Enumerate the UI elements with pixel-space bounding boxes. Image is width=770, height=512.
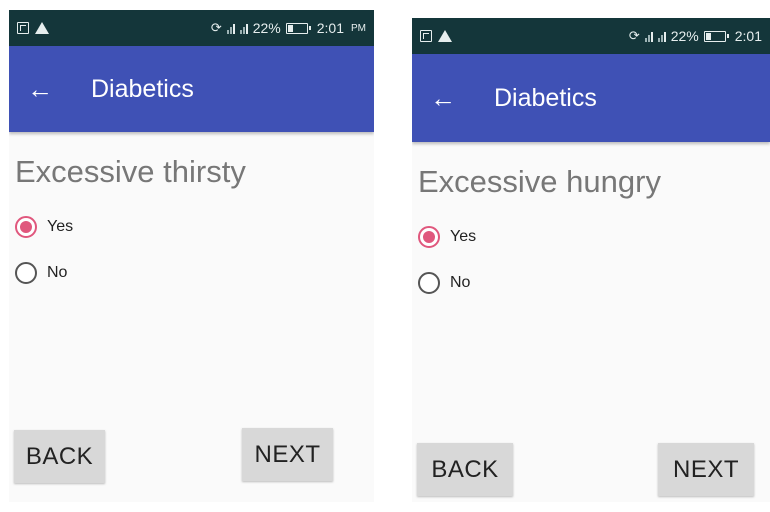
clock-ampm: PM — [351, 22, 366, 34]
battery-percent: 22% — [252, 20, 281, 36]
sim-icon — [17, 22, 29, 34]
next-button[interactable]: NEXT — [658, 443, 754, 496]
answer-radio-group: Yes No — [418, 214, 770, 306]
rotate-icon: ⟳ — [210, 20, 222, 35]
option-no[interactable]: No — [418, 260, 770, 306]
status-bar: ⟳ 22% 2:01 — [412, 18, 770, 54]
status-bar: ⟳ 22% 2:01 PM — [9, 10, 374, 46]
radio-button-unchecked[interactable] — [418, 272, 440, 294]
phone-screen-left: ⟳ 22% 2:01 PM ← Diabetics Excessive thirs… — [9, 10, 374, 502]
back-arrow-icon[interactable]: ← — [27, 76, 53, 102]
battery-percent: 22% — [670, 28, 699, 44]
signal-icon — [644, 30, 653, 42]
option-yes[interactable]: Yes — [418, 214, 770, 260]
option-label: No — [47, 264, 68, 281]
clock-time: 2:01 — [734, 28, 762, 44]
next-button[interactable]: NEXT — [242, 428, 333, 481]
signal-icon — [657, 30, 666, 42]
battery-icon — [703, 30, 729, 42]
battery-icon — [285, 22, 311, 34]
signal-icon — [239, 22, 248, 34]
sim-icon — [420, 30, 432, 42]
warning-icon — [438, 30, 452, 42]
app-title: Diabetics — [91, 74, 194, 103]
warning-icon — [35, 22, 49, 34]
option-label: Yes — [47, 218, 74, 235]
question-text: Excessive thirsty — [15, 154, 246, 189]
back-button[interactable]: BACK — [417, 443, 513, 496]
rotate-icon: ⟳ — [628, 28, 640, 43]
option-label: Yes — [450, 228, 477, 245]
question-text: Excessive hungry — [418, 164, 661, 199]
phone-screen-right: ⟳ 22% 2:01 ← Diabetics Excessive hungry … — [412, 18, 770, 502]
clock-time: 2:01 — [316, 20, 344, 36]
radio-button-checked[interactable] — [418, 226, 440, 248]
radio-button-unchecked[interactable] — [15, 262, 37, 284]
app-title: Diabetics — [494, 83, 597, 112]
radio-button-checked[interactable] — [15, 216, 37, 238]
option-no[interactable]: No — [15, 250, 374, 296]
back-arrow-icon[interactable]: ← — [430, 85, 456, 111]
signal-icon — [226, 22, 235, 34]
option-label: No — [450, 274, 471, 291]
app-bar: ← Diabetics — [412, 54, 770, 142]
answer-radio-group: Yes No — [15, 204, 374, 296]
back-button[interactable]: BACK — [14, 430, 105, 483]
option-yes[interactable]: Yes — [15, 204, 374, 250]
app-bar: ← Diabetics — [9, 46, 374, 132]
